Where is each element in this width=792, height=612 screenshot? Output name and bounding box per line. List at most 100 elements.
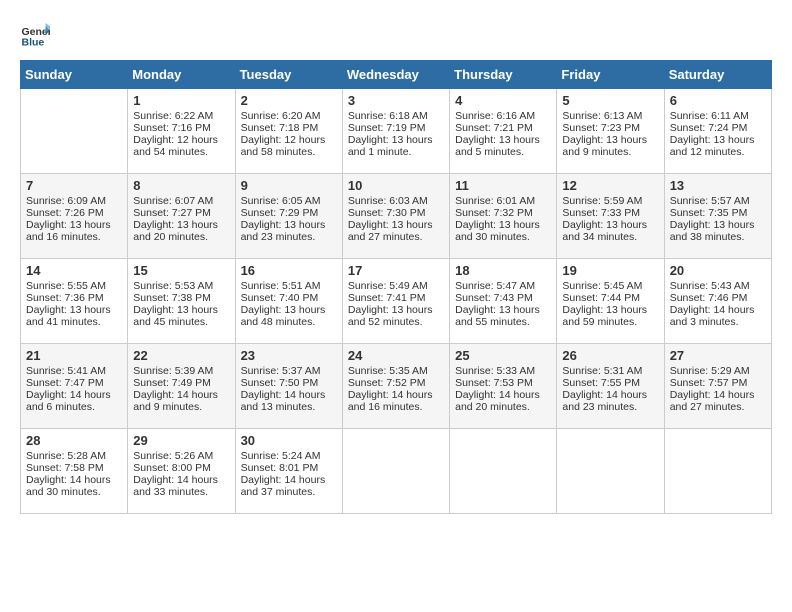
day-number: 5 (562, 93, 658, 108)
day-info: Sunset: 7:32 PM (455, 207, 551, 219)
calendar-cell: 5Sunrise: 6:13 AMSunset: 7:23 PMDaylight… (557, 89, 664, 174)
day-info: Sunset: 7:47 PM (26, 377, 122, 389)
day-info: Sunrise: 5:51 AM (241, 280, 337, 292)
calendar-cell: 25Sunrise: 5:33 AMSunset: 7:53 PMDayligh… (450, 344, 557, 429)
day-number: 11 (455, 178, 551, 193)
day-info: Daylight: 12 hours (241, 134, 337, 146)
day-info: Sunset: 7:50 PM (241, 377, 337, 389)
weekday-header: Sunday (21, 61, 128, 89)
day-info: Sunrise: 5:24 AM (241, 450, 337, 462)
calendar-cell (450, 429, 557, 514)
day-info: Daylight: 14 hours (133, 474, 229, 486)
day-info: Daylight: 13 hours (455, 134, 551, 146)
day-info: and 9 minutes. (133, 401, 229, 413)
weekday-header: Monday (128, 61, 235, 89)
day-info: Daylight: 13 hours (26, 219, 122, 231)
calendar-cell: 3Sunrise: 6:18 AMSunset: 7:19 PMDaylight… (342, 89, 449, 174)
day-info: Sunrise: 5:57 AM (670, 195, 766, 207)
day-info: Daylight: 13 hours (455, 219, 551, 231)
day-info: Daylight: 12 hours (133, 134, 229, 146)
day-info: Daylight: 14 hours (241, 474, 337, 486)
calendar-cell: 20Sunrise: 5:43 AMSunset: 7:46 PMDayligh… (664, 259, 771, 344)
day-info: Sunrise: 5:55 AM (26, 280, 122, 292)
day-number: 16 (241, 263, 337, 278)
day-number: 1 (133, 93, 229, 108)
day-number: 25 (455, 348, 551, 363)
day-info: Sunset: 7:29 PM (241, 207, 337, 219)
day-info: Sunrise: 5:47 AM (455, 280, 551, 292)
day-info: and 55 minutes. (455, 316, 551, 328)
day-info: Daylight: 13 hours (241, 219, 337, 231)
weekday-header: Thursday (450, 61, 557, 89)
day-info: Sunset: 7:26 PM (26, 207, 122, 219)
day-number: 6 (670, 93, 766, 108)
calendar-cell: 19Sunrise: 5:45 AMSunset: 7:44 PMDayligh… (557, 259, 664, 344)
day-number: 14 (26, 263, 122, 278)
day-info: Sunrise: 5:28 AM (26, 450, 122, 462)
calendar-cell: 30Sunrise: 5:24 AMSunset: 8:01 PMDayligh… (235, 429, 342, 514)
calendar-cell (21, 89, 128, 174)
day-info: Sunrise: 6:09 AM (26, 195, 122, 207)
calendar-cell: 18 Sunrise: 5:47 AMSunset: 7:43 PMDayligh… (450, 259, 557, 344)
day-number: 10 (348, 178, 444, 193)
day-info: Sunrise: 5:35 AM (348, 365, 444, 377)
day-info: Sunset: 7:53 PM (455, 377, 551, 389)
day-number: 18 (455, 263, 551, 278)
day-number: 29 (133, 433, 229, 448)
day-number: 9 (241, 178, 337, 193)
calendar-week-row: 28Sunrise: 5:28 AMSunset: 7:58 PMDayligh… (21, 429, 772, 514)
day-info: Sunset: 7:57 PM (670, 377, 766, 389)
day-info: Sunrise: 6:22 AM (133, 110, 229, 122)
calendar-cell: 15Sunrise: 5:53 AMSunset: 7:38 PMDayligh… (128, 259, 235, 344)
day-info: Sunset: 8:00 PM (133, 462, 229, 474)
day-info: and 59 minutes. (562, 316, 658, 328)
day-info: Sunrise: 6:13 AM (562, 110, 658, 122)
day-info: Daylight: 14 hours (348, 389, 444, 401)
day-info: and 54 minutes. (133, 146, 229, 158)
calendar-week-row: 21Sunrise: 5:41 AMSunset: 7:47 PMDayligh… (21, 344, 772, 429)
calendar-week-row: 7Sunrise: 6:09 AMSunset: 7:26 PMDaylight… (21, 174, 772, 259)
day-info: Daylight: 13 hours (455, 304, 551, 316)
day-info: Sunset: 7:46 PM (670, 292, 766, 304)
day-info: Sunrise: 5:26 AM (133, 450, 229, 462)
calendar-cell: 16Sunrise: 5:51 AMSunset: 7:40 PMDayligh… (235, 259, 342, 344)
calendar-cell: 6Sunrise: 6:11 AMSunset: 7:24 PMDaylight… (664, 89, 771, 174)
day-info: Daylight: 13 hours (241, 304, 337, 316)
day-info: Sunrise: 5:49 AM (348, 280, 444, 292)
day-number: 27 (670, 348, 766, 363)
day-info: Sunrise: 5:45 AM (562, 280, 658, 292)
day-info: Sunset: 7:55 PM (562, 377, 658, 389)
calendar-cell (342, 429, 449, 514)
day-info: Daylight: 14 hours (26, 389, 122, 401)
day-info: Sunrise: 6:18 AM (348, 110, 444, 122)
day-info: and 45 minutes. (133, 316, 229, 328)
calendar-cell: 26Sunrise: 5:31 AMSunset: 7:55 PMDayligh… (557, 344, 664, 429)
day-info: and 41 minutes. (26, 316, 122, 328)
day-info: and 23 minutes. (562, 401, 658, 413)
day-info: and 6 minutes. (26, 401, 122, 413)
calendar-cell: 9Sunrise: 6:05 AMSunset: 7:29 PMDaylight… (235, 174, 342, 259)
logo: General Blue (20, 20, 50, 50)
calendar-cell: 13Sunrise: 5:57 AMSunset: 7:35 PMDayligh… (664, 174, 771, 259)
day-info: and 20 minutes. (455, 401, 551, 413)
day-info: and 20 minutes. (133, 231, 229, 243)
calendar-cell: 28Sunrise: 5:28 AMSunset: 7:58 PMDayligh… (21, 429, 128, 514)
calendar-cell: 21Sunrise: 5:41 AMSunset: 7:47 PMDayligh… (21, 344, 128, 429)
day-info: Sunrise: 5:53 AM (133, 280, 229, 292)
day-info: Daylight: 13 hours (133, 304, 229, 316)
day-info: and 9 minutes. (562, 146, 658, 158)
day-info: and 3 minutes. (670, 316, 766, 328)
day-info: and 23 minutes. (241, 231, 337, 243)
day-info: Daylight: 13 hours (562, 134, 658, 146)
day-info: and 27 minutes. (670, 401, 766, 413)
day-number: 28 (26, 433, 122, 448)
day-info: Sunrise: 5:59 AM (562, 195, 658, 207)
day-info: Daylight: 14 hours (133, 389, 229, 401)
day-info: Sunset: 7:43 PM (455, 292, 551, 304)
day-info: Sunrise: 6:11 AM (670, 110, 766, 122)
day-number: 30 (241, 433, 337, 448)
day-info: Sunset: 7:35 PM (670, 207, 766, 219)
day-info: Sunset: 7:44 PM (562, 292, 658, 304)
calendar-cell: 22Sunrise: 5:39 AMSunset: 7:49 PMDayligh… (128, 344, 235, 429)
day-number: 13 (670, 178, 766, 193)
